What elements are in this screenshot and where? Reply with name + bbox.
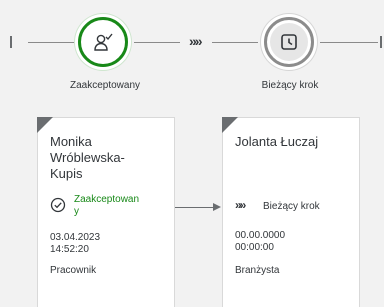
card-corner-marker xyxy=(37,117,53,133)
card-corner-marker xyxy=(222,117,238,133)
approver-name: Monika Wróblewska- Kupis xyxy=(50,134,125,181)
approver-role: Pracownik xyxy=(50,265,97,276)
approval-date: 00.00.0000 xyxy=(235,230,286,241)
current-step-status: Bieżący krok xyxy=(263,201,320,212)
card-connector-arrow xyxy=(175,207,214,208)
approver-role: Branżysta xyxy=(235,265,280,276)
step-node-current[interactable] xyxy=(264,17,314,67)
step-label-current: Bieżący krok xyxy=(261,80,319,91)
step-node-accepted[interactable] xyxy=(78,17,128,67)
timeline-line-mid-left xyxy=(134,42,180,43)
step-connector-chevrons: »» xyxy=(189,33,203,49)
arrow-head-icon xyxy=(213,203,221,211)
timeline-line-right xyxy=(320,42,378,43)
approval-time: 14:52:20 xyxy=(50,244,89,255)
timeline-line-left xyxy=(28,42,74,43)
user-check-icon xyxy=(94,33,113,51)
approver-card-accepted[interactable]: Monika Wróblewska- Kupis Zaakceptowan y … xyxy=(37,117,175,307)
current-step-icon: »» xyxy=(235,198,246,212)
approval-time: 00:00:00 xyxy=(235,242,274,253)
timeline-line-mid-right xyxy=(212,42,258,43)
step-label-accepted: Zaakceptowany xyxy=(69,80,141,91)
approval-date: 03.04.2023 xyxy=(50,232,101,243)
approval-status: Zaakceptowan y xyxy=(74,194,140,217)
timeline-end-tick xyxy=(380,36,382,48)
timeline-start-tick xyxy=(10,36,12,48)
clock-icon xyxy=(281,34,297,50)
approver-name: Jolanta Łuczaj xyxy=(235,134,319,149)
approver-card-current[interactable]: Jolanta Łuczaj »» Bieżący krok 00.00.000… xyxy=(222,117,360,307)
check-circle-icon xyxy=(50,197,66,213)
